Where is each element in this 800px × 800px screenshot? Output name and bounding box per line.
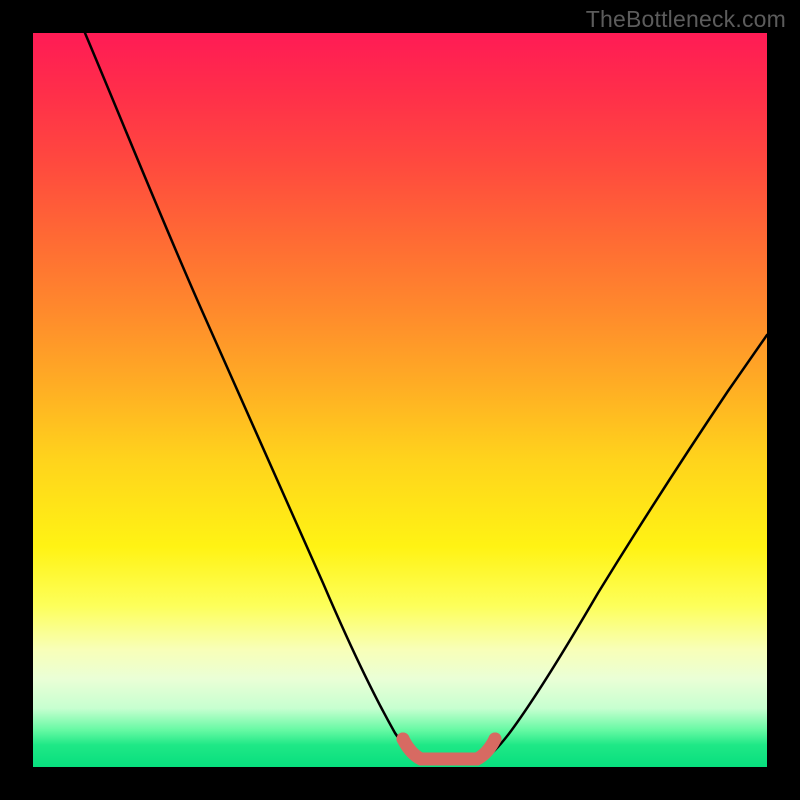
right-curve [485,335,767,758]
valley-highlight [403,739,495,759]
left-curve [85,33,417,758]
plot-area [33,33,767,767]
watermark-text: TheBottleneck.com [586,6,786,33]
valley-cap-left [397,733,410,746]
valley-cap-right [489,733,502,746]
chart-frame: TheBottleneck.com [0,0,800,800]
curve-layer [33,33,767,767]
